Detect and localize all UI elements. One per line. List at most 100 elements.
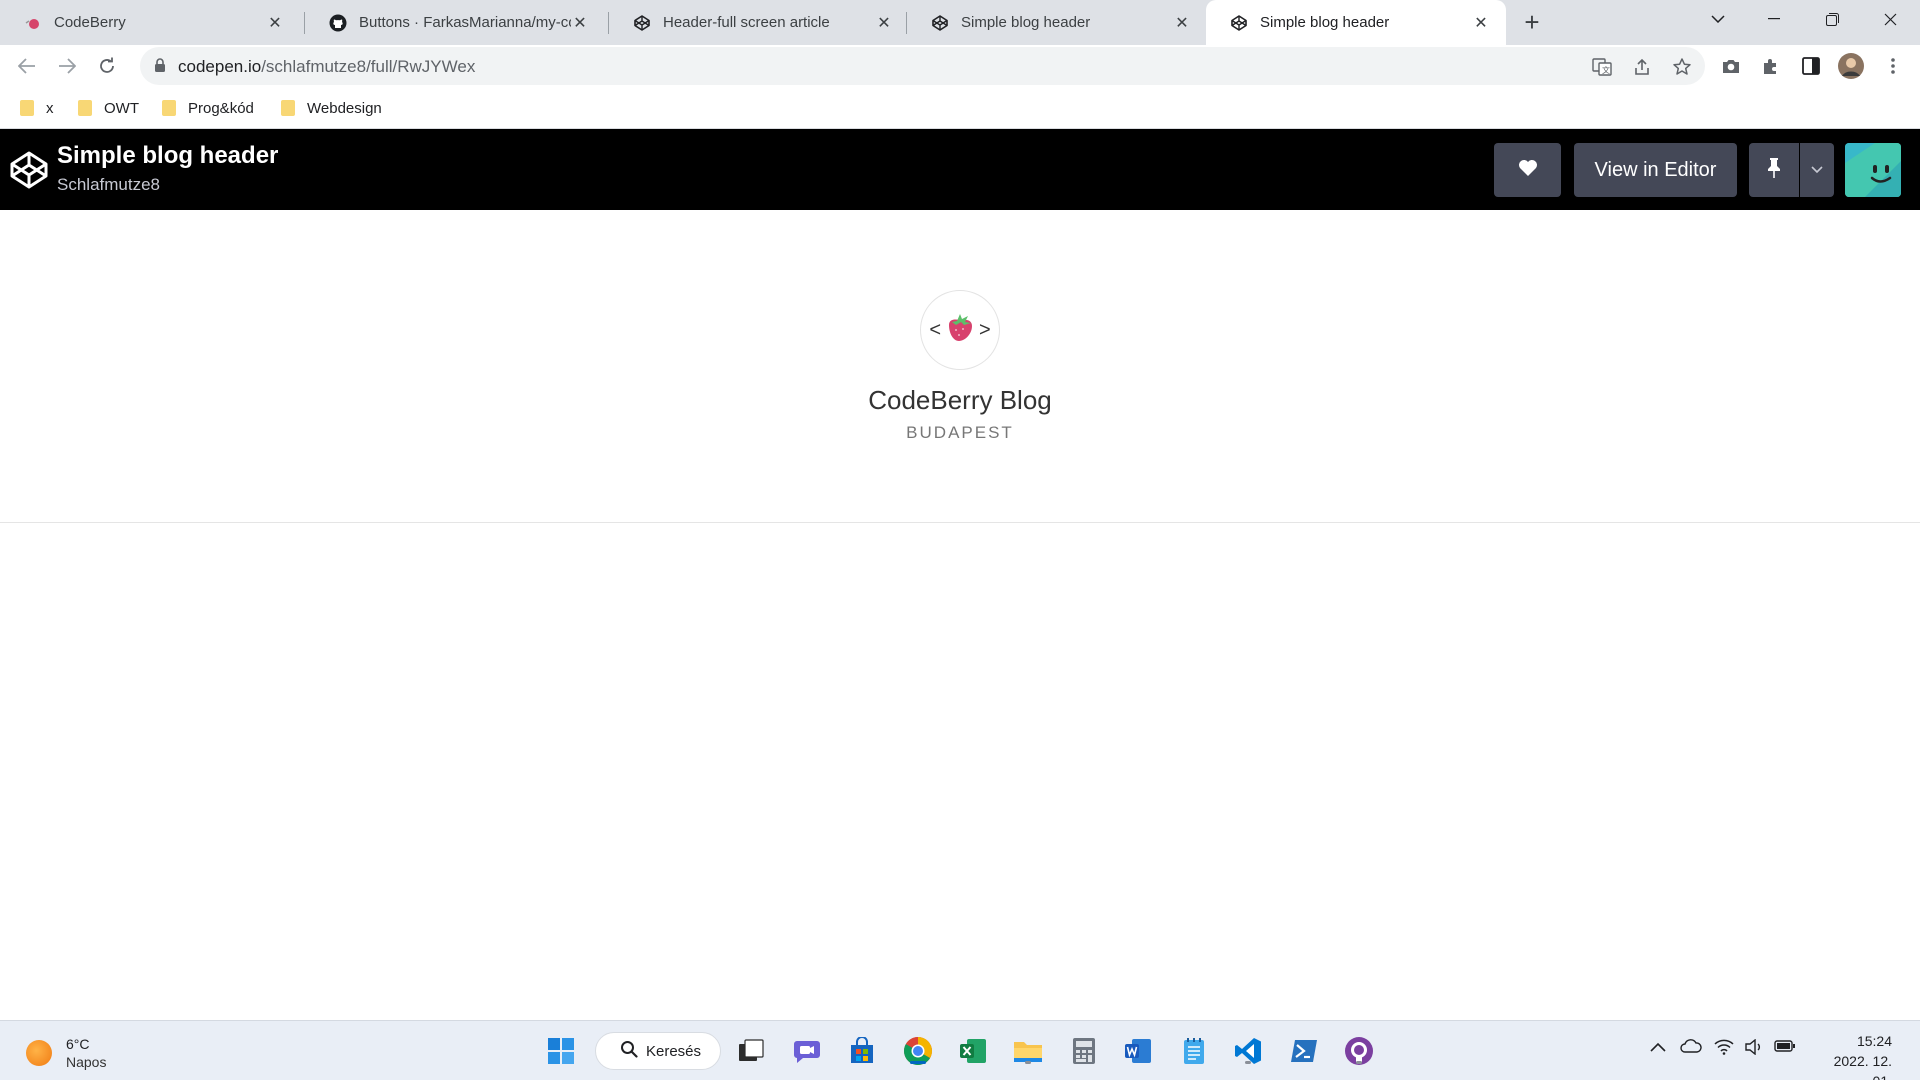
camera-icon[interactable] [1718,53,1744,79]
lock-icon[interactable] [154,58,168,74]
reload-button[interactable] [94,53,120,79]
store-icon[interactable] [846,1035,878,1067]
onedrive-icon[interactable] [1680,1039,1702,1058]
excel-icon[interactable] [957,1035,989,1067]
codepen-icon [931,14,949,32]
chrome-icon[interactable] [902,1035,934,1067]
tab-codeberry[interactable]: CodeBerry ✕ [0,0,300,45]
search-label: Keresés [646,1042,702,1060]
running-indicator [1025,1061,1031,1064]
logo-bracket-left: < [929,318,941,341]
chevron-down-icon [1811,161,1823,179]
close-icon[interactable]: ✕ [1472,14,1490,32]
folder-icon [162,100,176,116]
tab-simple-blog-active[interactable]: Simple blog header ✕ [1206,0,1506,45]
weather-widget[interactable]: 6°C Napos [26,1035,106,1071]
pen-output: < > CodeBerry Blog BUDAPEST [0,210,1920,1020]
notepad-icon[interactable] [1178,1035,1210,1067]
tab-simple-blog-1[interactable]: Simple blog header ✕ [907,0,1207,45]
bookmark-folder-owt[interactable]: OWT [78,96,139,120]
running-indicator [1356,1061,1362,1064]
sun-icon [26,1040,52,1066]
logo-bracket-right: > [979,318,991,341]
tab-title: Simple blog header [1260,14,1390,31]
close-icon[interactable]: ✕ [875,14,893,32]
close-icon[interactable]: ✕ [571,14,589,32]
bookmark-label: Prog&kód [188,99,254,117]
tab-title: Buttons · FarkasMarianna/my-co [359,14,571,31]
github-icon [329,14,347,32]
task-view-icon[interactable] [735,1035,767,1067]
vscode-icon[interactable] [1232,1035,1264,1067]
calculator-icon[interactable] [1068,1035,1100,1067]
pen-title: Simple blog header [57,142,279,169]
menu-icon[interactable] [1880,53,1906,79]
github-desktop-icon[interactable] [1343,1035,1375,1067]
blog-logo[interactable]: < > [920,290,1000,370]
codepen-logo-icon[interactable] [9,150,49,190]
start-button[interactable] [545,1035,577,1067]
new-tab-button[interactable]: + [1518,7,1546,37]
chevron-up-icon[interactable] [1650,1039,1666,1057]
codeberry-icon [24,14,42,32]
view-in-editor-button[interactable]: View in Editor [1574,143,1737,197]
pin-button[interactable] [1749,143,1799,197]
volume-icon[interactable] [1744,1038,1764,1060]
minimize-button[interactable] [1746,0,1802,38]
tab-header-full[interactable]: Header-full screen article ✕ [609,0,909,45]
word-icon[interactable] [1122,1035,1154,1067]
tab-title: CodeBerry [54,14,126,31]
codepen-icon [1230,14,1248,32]
bookmark-star-icon[interactable] [1670,55,1694,79]
teams-chat-icon[interactable] [791,1035,823,1067]
blog-header: < > CodeBerry Blog BUDAPEST [0,210,1920,523]
address-bar[interactable]: codepen.io/schlafmutze8/full/RwJYWex 文 [140,47,1705,85]
running-indicator [1245,1061,1251,1064]
tab-github[interactable]: Buttons · FarkasMarianna/my-co ✕ [305,0,605,45]
powershell-icon[interactable] [1288,1035,1320,1067]
weather-temperature: 6°C [66,1036,90,1052]
close-window-button[interactable] [1862,0,1918,38]
taskbar-search[interactable]: Keresés [595,1032,721,1070]
translate-icon[interactable]: 文 [1590,55,1614,79]
active-indicator [910,1061,926,1064]
pen-author[interactable]: Schlafmutze8 [57,175,160,195]
close-icon[interactable]: ✕ [1173,14,1191,32]
blog-title: CodeBerry Blog [868,385,1052,415]
profile-avatar[interactable] [1838,53,1864,79]
clock-date: 2022. 12. 01. [1833,1053,1892,1080]
bookmark-folder-x[interactable]: x [20,96,54,120]
user-avatar[interactable] [1845,143,1901,197]
pin-dropdown-button[interactable] [1800,143,1834,197]
file-explorer-icon[interactable] [1012,1035,1044,1067]
codepen-header: Simple blog header Schlafmutze8 View in … [0,129,1920,210]
tab-search-icon[interactable] [1690,0,1746,38]
bookmark-label: Webdesign [307,99,382,117]
pin-icon [1767,157,1781,184]
blog-subtitle: BUDAPEST [906,423,1014,442]
back-button[interactable] [14,53,40,79]
search-icon [620,1040,638,1062]
close-icon[interactable]: ✕ [266,14,284,32]
bookmark-label: OWT [104,99,139,117]
strawberry-icon [943,311,977,350]
weather-condition: Napos [66,1054,107,1070]
forward-button[interactable] [54,53,80,79]
restore-button[interactable] [1804,0,1860,38]
browser-toolbar: codepen.io/schlafmutze8/full/RwJYWex 文 [0,45,1920,87]
bookmarks-bar: x OWT Prog&kód Webdesign [0,87,1920,129]
system-clock[interactable]: 15:24 2022. 12. 01. [1812,1031,1892,1080]
tab-strip: CodeBerry ✕ Buttons · FarkasMarianna/my-… [0,0,1920,45]
share-icon[interactable] [1630,55,1654,79]
battery-icon[interactable] [1774,1039,1796,1058]
like-button[interactable] [1494,143,1561,197]
windows-taskbar: 6°C Napos Keresés 15:24 2022. 12. [0,1020,1920,1080]
extensions-icon[interactable] [1758,53,1784,79]
bookmark-folder-webdesign[interactable]: Webdesign [281,96,382,120]
tab-title: Header-full screen article [663,14,830,31]
bookmark-folder-prog[interactable]: Prog&kód [162,96,254,120]
side-panel-icon[interactable] [1798,53,1824,79]
wifi-icon[interactable] [1714,1039,1734,1060]
svg-text:文: 文 [1602,65,1610,75]
url-text: codepen.io/schlafmutze8/full/RwJYWex [178,57,476,76]
